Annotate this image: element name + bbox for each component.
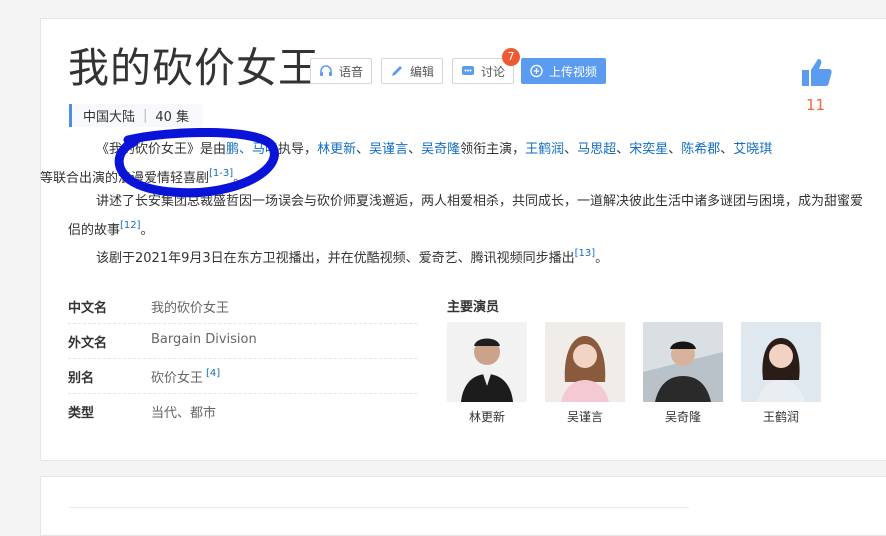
actor-link[interactable]: 吴谨言: [369, 142, 408, 157]
info-value: 当代、都市: [151, 402, 216, 421]
actor-name[interactable]: 王鹤润: [741, 408, 821, 425]
actor-card[interactable]: 王鹤润: [741, 322, 821, 425]
actor-photo[interactable]: [741, 322, 821, 402]
actor-link[interactable]: 艾晓琪: [733, 142, 772, 157]
scribble-annotation: [114, 128, 279, 198]
info-row: 类型 当代、都市: [68, 393, 417, 428]
info-key: 中文名: [68, 301, 108, 316]
info-row: 别名 砍价女王 [4]: [68, 358, 417, 394]
actor-link[interactable]: 宋奕星: [629, 142, 668, 157]
chat-icon: [462, 66, 474, 75]
info-value-text: 当代、都市: [151, 406, 217, 421]
actor-photo[interactable]: [545, 322, 625, 402]
summary-text: 领衔主演，: [460, 142, 526, 157]
tag-separator: |: [143, 108, 148, 123]
actor-name[interactable]: 吴奇隆: [643, 408, 723, 425]
actor-card[interactable]: 吴谨言: [545, 322, 625, 425]
headphones-icon: [320, 65, 332, 76]
upload-video-button[interactable]: 上传视频: [521, 58, 606, 84]
voice-button[interactable]: 语音: [310, 58, 373, 84]
secondary-card: [40, 476, 886, 536]
pencil-icon: [392, 66, 402, 76]
info-row: 外文名 Bargain Division: [68, 323, 417, 359]
edit-button[interactable]: 编辑: [381, 58, 444, 84]
actor-name[interactable]: 林更新: [447, 408, 527, 425]
actor-card[interactable]: 林更新: [447, 322, 527, 425]
info-key: 别名: [68, 371, 95, 386]
info-value: 我的砍价女王: [151, 297, 229, 316]
actor-card[interactable]: 吴奇隆: [643, 322, 723, 425]
info-value: Bargain Division: [151, 332, 257, 347]
actor-photo[interactable]: [447, 322, 527, 402]
info-value-text: 我的砍价女王: [151, 301, 230, 316]
reference-link[interactable]: [4]: [206, 368, 220, 379]
reference-link[interactable]: [13]: [575, 248, 596, 259]
page-title: 我的砍价女王: [68, 44, 320, 92]
summary-paragraph-3: 该剧于2021年9月3日在东方卫视播出，并在优酷视频、爱奇艺、腾讯视频同步播出[…: [68, 242, 868, 271]
discuss-count-badge: 7: [502, 48, 520, 66]
actor-link[interactable]: 吴奇隆: [421, 142, 460, 157]
region-tag[interactable]: 中国大陆: [83, 106, 135, 125]
edit-label: 编辑: [410, 64, 435, 79]
upload-label: 上传视频: [548, 64, 597, 79]
actor-link[interactable]: 陈希郡: [681, 142, 720, 157]
thumbs-up-icon[interactable]: [800, 57, 834, 89]
plus-circle-icon: [530, 64, 543, 78]
info-key: 外文名: [68, 336, 108, 351]
summary-text: 。: [140, 223, 154, 238]
info-value-text: Bargain Division: [151, 332, 257, 347]
summary-text: 该剧于2021年9月3日在东方卫视播出，并在优酷视频、爱奇艺、腾讯视频同步播出: [96, 251, 575, 266]
actor-name[interactable]: 吴谨言: [545, 408, 625, 425]
actor-link[interactable]: 王鹤润: [525, 142, 564, 157]
voice-label: 语音: [339, 64, 364, 79]
info-row: 中文名 我的砍价女王: [68, 288, 417, 324]
actor-photo[interactable]: [643, 322, 723, 402]
like-count: 11: [806, 96, 826, 114]
actor-link[interactable]: 马思超: [577, 142, 616, 157]
reference-link[interactable]: [12]: [120, 220, 141, 231]
cast-section-title: 主要演员: [447, 300, 500, 315]
info-key: 类型: [68, 406, 95, 421]
tag-bar: 中国大陆 | 40 集: [69, 104, 204, 127]
actor-link[interactable]: 林更新: [317, 142, 356, 157]
info-value-text: 砍价女王: [151, 371, 204, 386]
info-value: 砍价女王 [4]: [151, 367, 220, 386]
discuss-label: 讨论: [481, 64, 506, 79]
episodes-tag: 40 集: [155, 110, 190, 125]
summary-text: 。: [595, 251, 609, 266]
